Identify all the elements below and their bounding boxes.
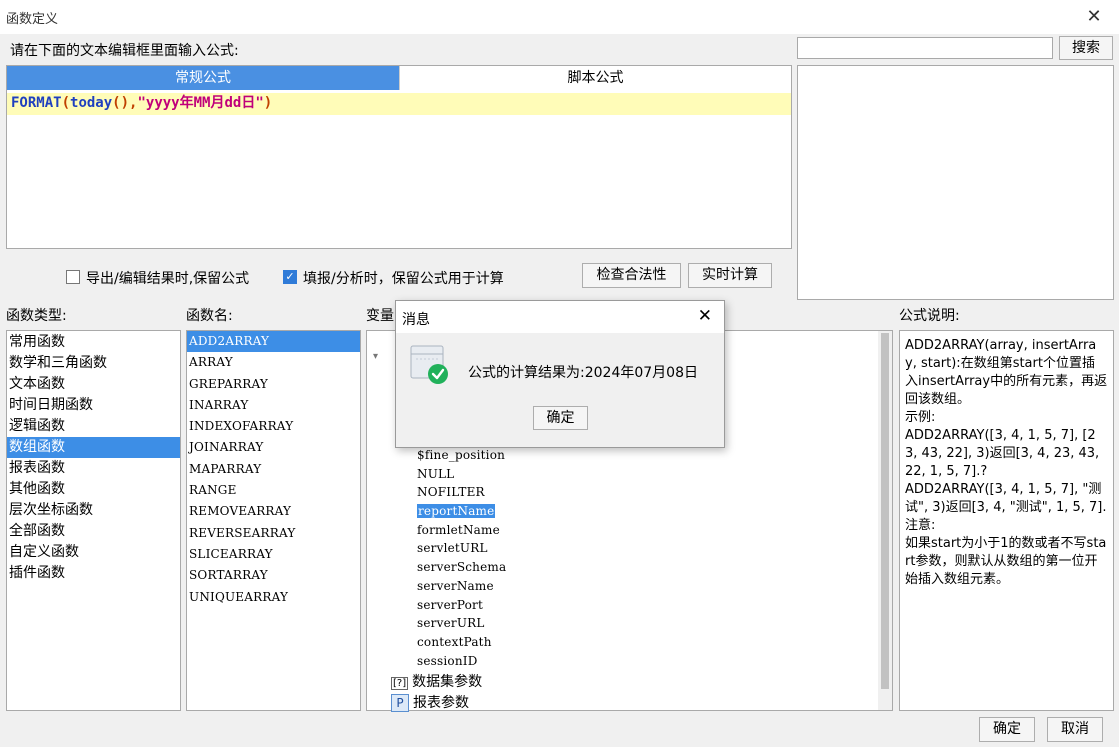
message-dialog-close-button[interactable]: ✕ — [698, 306, 712, 326]
function-type-item[interactable]: 数学和三角函数 — [7, 353, 180, 374]
function-type-item[interactable]: 全部函数 — [7, 521, 180, 542]
function-type-item[interactable]: 层次坐标函数 — [7, 500, 180, 521]
formula-line[interactable]: FORMAT(today(),"yyyy年MM月dd日") — [7, 93, 791, 115]
function-name-item[interactable]: REVERSEARRAY — [187, 523, 360, 544]
function-types-list[interactable]: 常用函数 数学和三角函数 文本函数 时间日期函数 逻辑函数 数组函数 报表函数 其他函数 层次坐… — [6, 330, 181, 711]
function-names-list[interactable]: ADD2ARRAY ARRAY GREPARRAY INARRAY INDEXOFARR… — [186, 330, 361, 711]
message-dialog[interactable]: 消息 ✕ 公式的计算结果为:2024年07月08日 确定 — [395, 300, 725, 448]
function-type-item[interactable]: 文本函数 — [7, 374, 180, 395]
message-dialog-titlebar: 消息 ✕ — [396, 301, 724, 333]
function-name-item[interactable]: MAPARRAY — [187, 459, 360, 480]
tab-normal-formula[interactable]: 常规公式 — [7, 66, 399, 90]
variable-item[interactable]: serverPort — [417, 596, 506, 615]
description-label: 公式说明: — [899, 308, 960, 324]
tree-group-dataset-params[interactable]: [?] 数据集参数 — [391, 672, 482, 692]
message-text: 公式的计算结果为:2024年07月08日 — [468, 365, 698, 381]
variable-item[interactable]: NOFILTER — [417, 483, 506, 502]
keep-formula-fill-checkbox[interactable]: ✓ — [283, 270, 297, 284]
function-types-label: 函数类型: — [6, 308, 67, 324]
variable-item-label: formletName — [417, 522, 500, 537]
realtime-calc-button[interactable]: 实时计算 — [688, 263, 772, 288]
variable-item-label: servletURL — [417, 541, 488, 556]
function-type-item[interactable]: 自定义函数 — [7, 542, 180, 563]
function-name-item[interactable]: REMOVEARRAY — [187, 501, 360, 522]
window-titlebar: 函数定义 ✕ — [0, 0, 1119, 34]
tree-expand-icon[interactable]: ▾ — [373, 351, 378, 362]
check-validity-button[interactable]: 检查合法性 — [582, 263, 681, 288]
dataset-param-icon: [?] — [391, 677, 409, 690]
function-name-item[interactable]: INDEXOFARRAY — [187, 416, 360, 437]
function-type-item[interactable]: 逻辑函数 — [7, 416, 180, 437]
formula-string: "yyyy年MM月dd日" — [137, 95, 264, 111]
variable-item-label: serverPort — [417, 597, 483, 612]
function-name-item[interactable]: ARRAY — [187, 352, 360, 373]
variable-item-label: serverSchema — [417, 560, 507, 575]
variables-scroll-thumb[interactable] — [881, 333, 889, 689]
formula-close: ) — [263, 95, 273, 111]
function-name-item[interactable]: INARRAY — [187, 395, 360, 416]
variable-item-label: $fine_position — [417, 448, 506, 462]
tab-script-formula[interactable]: 脚本公式 — [399, 66, 791, 90]
variables-scrollbar[interactable] — [878, 331, 892, 710]
description-text: ADD2ARRAY(array, insertArray, start):在数组… — [899, 330, 1114, 711]
message-dialog-title: 消息 — [402, 312, 430, 328]
variable-item[interactable]: formletName — [417, 521, 506, 540]
formula-editor[interactable]: 常规公式 脚本公式 FORMAT(today(),"yyyy年MM月dd日") — [6, 65, 792, 249]
variable-item-label: NULL — [417, 466, 455, 481]
ok-button[interactable]: 确定 — [979, 717, 1035, 742]
function-name-item[interactable]: SLICEARRAY — [187, 544, 360, 565]
variable-item-label: reportName — [417, 504, 496, 519]
message-ok-button[interactable]: 确定 — [533, 406, 588, 430]
variable-item[interactable]: serverSchema — [417, 558, 506, 577]
keep-formula-fill-label: 填报/分析时，保留公式用于计算 — [303, 271, 504, 287]
formula-inner-parens: () — [112, 95, 130, 111]
variable-item-label: sessionID — [417, 653, 478, 668]
function-type-item[interactable]: 其他函数 — [7, 479, 180, 500]
search-input[interactable] — [797, 37, 1053, 59]
function-name-item[interactable]: UNIQUEARRAY — [187, 587, 360, 608]
function-name-item[interactable]: ADD2ARRAY — [187, 331, 360, 353]
window-title: 函数定义 — [6, 12, 59, 27]
function-names-label: 函数名: — [186, 308, 233, 324]
function-name-item[interactable]: JOINARRAY — [187, 437, 360, 458]
dataset-params-label: 数据集参数 — [412, 674, 483, 690]
cancel-button[interactable]: 取消 — [1047, 717, 1103, 742]
search-button[interactable]: 搜索 — [1059, 36, 1113, 60]
variable-item[interactable]: serverURL — [417, 614, 506, 633]
function-name-item[interactable]: RANGE — [187, 480, 360, 501]
variable-item[interactable]: $fine_position — [417, 446, 506, 465]
report-params-label: 报表参数 — [413, 695, 469, 711]
variable-item[interactable]: reportName — [417, 502, 506, 521]
window-close-button[interactable]: ✕ — [1081, 4, 1107, 30]
variable-item-label: serverURL — [417, 616, 485, 631]
message-dialog-body: 公式的计算结果为:2024年07月08日 确定 — [396, 333, 724, 447]
function-type-item[interactable]: 报表函数 — [7, 458, 180, 479]
keep-formula-export-checkbox[interactable] — [66, 270, 80, 284]
variable-item-label: NOFILTER — [417, 485, 485, 500]
variable-item[interactable]: NULL — [417, 465, 506, 484]
function-type-item[interactable]: 时间日期函数 — [7, 395, 180, 416]
editor-prompt: 请在下面的文本编辑框里面输入公式: — [10, 43, 239, 59]
success-icon — [410, 345, 450, 387]
variables-label: 变量 — [366, 308, 394, 324]
keep-formula-export-label: 导出/编辑结果时,保留公式 — [86, 271, 250, 287]
function-type-item[interactable]: 插件函数 — [7, 563, 180, 584]
function-type-item[interactable]: 数组函数 — [7, 437, 180, 458]
tree-group-report-params[interactable]: P 报表参数 — [391, 693, 469, 713]
report-param-icon: P — [391, 694, 409, 712]
variable-item-label: serverName — [417, 578, 494, 593]
formula-func: FORMAT — [11, 95, 62, 111]
variable-item[interactable]: serverName — [417, 577, 506, 596]
variable-item[interactable]: servletURL — [417, 539, 506, 558]
function-type-item[interactable]: 常用函数 — [7, 332, 180, 353]
formula-inner-func: today — [70, 95, 113, 111]
search-result-panel[interactable] — [797, 65, 1114, 300]
function-name-item[interactable]: SORTARRAY — [187, 565, 360, 586]
variable-item[interactable]: contextPath — [417, 633, 506, 652]
variable-item-label: contextPath — [417, 634, 492, 649]
variable-item[interactable]: sessionID — [417, 652, 506, 671]
function-name-item[interactable]: GREPARRAY — [187, 374, 360, 395]
formula-open: ( — [61, 95, 71, 111]
